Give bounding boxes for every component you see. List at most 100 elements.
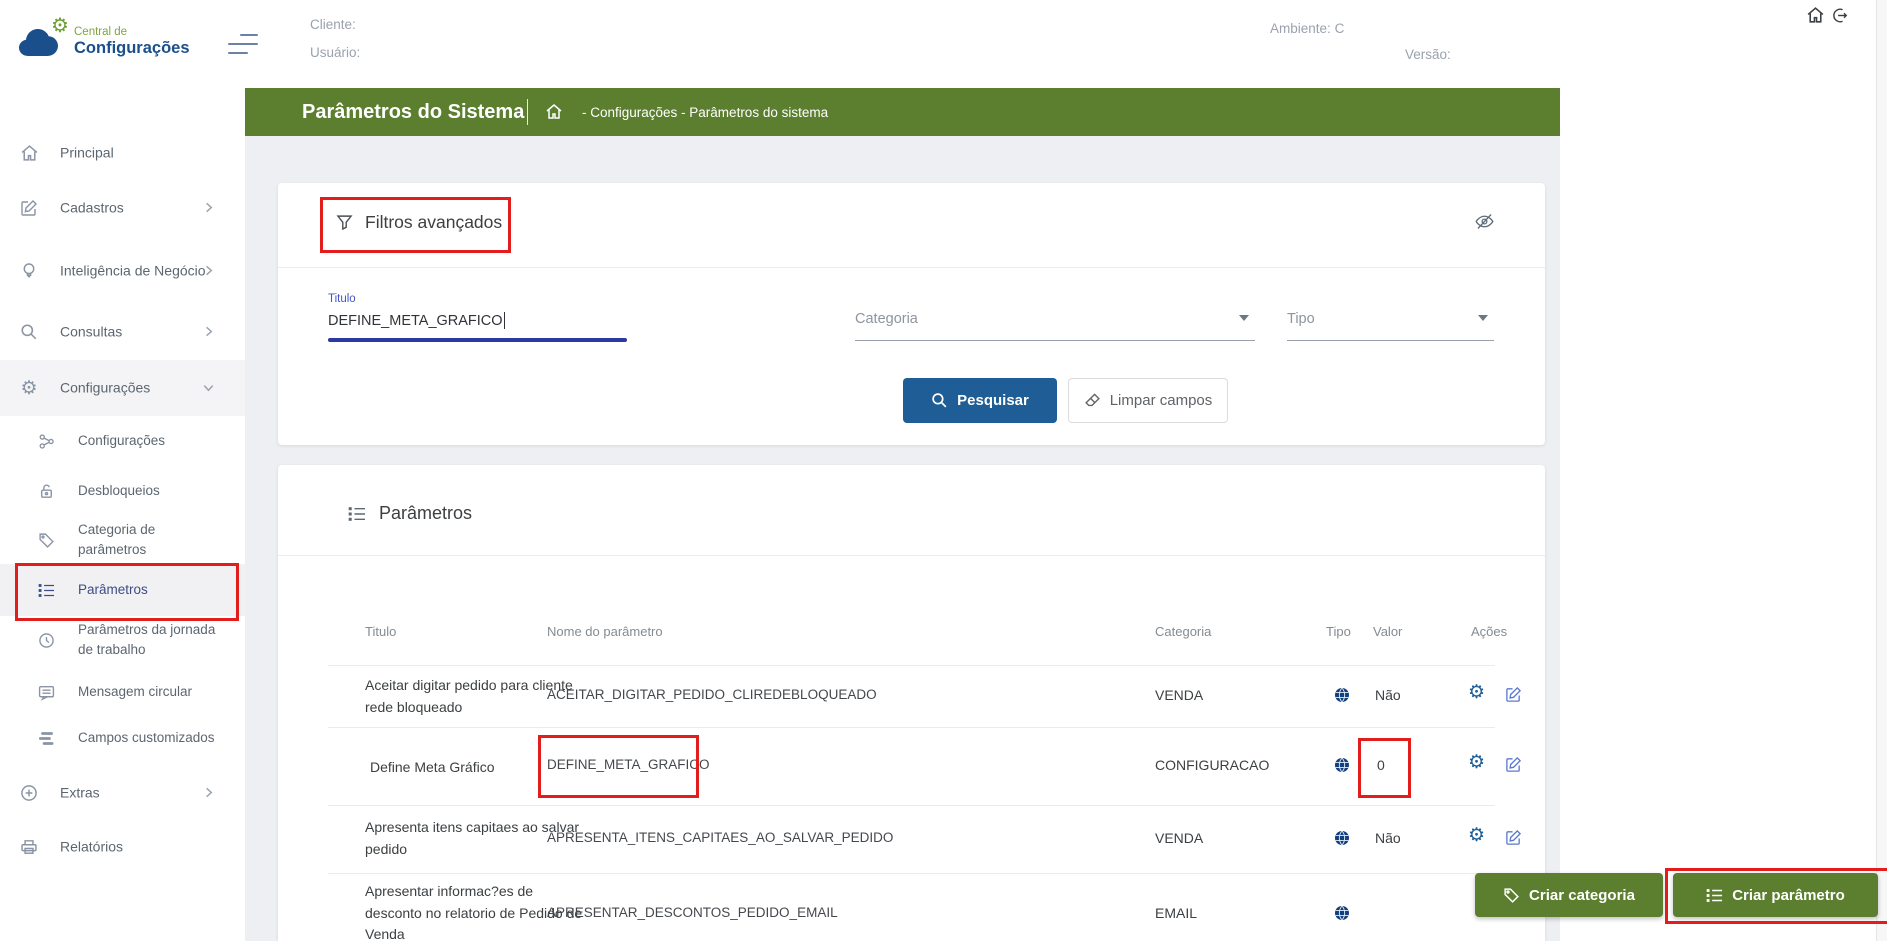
tag-icon bbox=[37, 531, 55, 549]
page-title: Parâmetros do Sistema bbox=[302, 100, 525, 123]
home-button[interactable] bbox=[1806, 6, 1826, 26]
row-categoria: CONFIGURACAO bbox=[1155, 757, 1270, 773]
sidebar-item-label: Mensagem circular bbox=[78, 683, 193, 699]
sidebar-item-label: Principal bbox=[60, 144, 114, 161]
lightbulb-icon bbox=[19, 261, 39, 281]
sidebar-item-label: Relatórios bbox=[60, 838, 124, 855]
cluster-icon bbox=[37, 432, 55, 450]
sidebar-item-extras[interactable]: Extras bbox=[0, 771, 245, 815]
sidebar-item-label: Cadastros bbox=[60, 199, 124, 216]
globe-icon bbox=[1334, 687, 1350, 703]
categoria-underline bbox=[855, 340, 1255, 341]
titulo-field-underline bbox=[328, 338, 627, 342]
row-nome: APRESENTA_ITENS_CAPITAES_AO_SALVAR_PEDID… bbox=[547, 830, 894, 845]
header-divider bbox=[527, 99, 528, 125]
list-icon bbox=[37, 581, 55, 599]
sidebar-item-cadastros[interactable]: Cadastros bbox=[0, 186, 245, 230]
row-categoria: VENDA bbox=[1155, 830, 1204, 846]
filter-funnel-icon bbox=[336, 214, 353, 231]
scrollbar-track[interactable] bbox=[1876, 0, 1887, 941]
tipo-underline bbox=[1287, 340, 1494, 341]
logout-button[interactable] bbox=[1830, 6, 1850, 26]
row-settings-icon[interactable]: ⚙ bbox=[1468, 826, 1485, 845]
stacked-bars-icon bbox=[37, 729, 55, 747]
plus-circle-icon bbox=[19, 783, 39, 803]
parameters-card: Parâmetros Titulo Nome do parâmetro Cate… bbox=[278, 465, 1545, 941]
sidebar-item-label: Categoria de parâmetros bbox=[78, 521, 156, 557]
edit-square-icon bbox=[19, 198, 39, 218]
tipo-select[interactable]: Tipo bbox=[1287, 293, 1494, 345]
row-edit-icon[interactable] bbox=[1505, 829, 1522, 846]
sidebar-item-label: Inteligência de Negócio bbox=[60, 262, 206, 279]
app-logo[interactable]: ⚙ Central de Configurações bbox=[18, 16, 218, 68]
sidebar-item-label: Parâmetros bbox=[78, 581, 148, 597]
column-header-valor: Valor bbox=[1373, 624, 1403, 639]
globe-icon bbox=[1334, 905, 1350, 921]
row-edit-icon[interactable] bbox=[1505, 756, 1522, 773]
create-category-button[interactable]: Criar categoria bbox=[1475, 873, 1663, 917]
parameters-title-row: Parâmetros bbox=[348, 503, 472, 524]
dropdown-arrow-icon bbox=[1478, 315, 1488, 321]
text-cursor bbox=[503, 312, 506, 329]
sidebar-subitem-configuracoes[interactable]: Configurações bbox=[0, 419, 245, 463]
row-categoria: EMAIL bbox=[1155, 905, 1198, 921]
column-header-titulo: Titulo bbox=[365, 624, 397, 639]
table-row[interactable]: Apresentar informac?es de desconto no re… bbox=[278, 873, 1545, 941]
sidebar-item-label: Parâmetros da jornada de trabalho bbox=[78, 621, 216, 657]
table-row[interactable]: Define Meta Gráfico DEFINE_META_GRAFICO … bbox=[278, 727, 1545, 805]
filters-title-row[interactable]: Filtros avançados bbox=[336, 206, 502, 238]
row-edit-icon[interactable] bbox=[1505, 686, 1522, 703]
sidebar-item-principal[interactable]: Principal bbox=[0, 131, 245, 175]
unlock-icon bbox=[37, 482, 55, 500]
gear-logo-icon: ⚙ bbox=[51, 15, 69, 37]
sidebar-item-label: Configurações bbox=[78, 432, 166, 448]
table-row[interactable]: Apresenta itens capitaes ao salvar pedid… bbox=[278, 805, 1545, 873]
sidebar-subitem-parametros[interactable]: Parâmetros bbox=[0, 564, 245, 616]
breadcrumb: - Configurações - Parâmetros do sistema bbox=[582, 104, 829, 120]
tipo-placeholder: Tipo bbox=[1287, 311, 1315, 327]
column-header-tipo: Tipo bbox=[1326, 624, 1351, 639]
logo-text-bottom: Configurações bbox=[74, 39, 190, 57]
categoria-select[interactable]: Categoria bbox=[855, 293, 1255, 345]
titulo-input-value[interactable]: DEFINE_META_GRAFICO bbox=[328, 313, 503, 329]
search-button[interactable]: Pesquisar bbox=[903, 378, 1057, 423]
versao-label: Versão: bbox=[1405, 47, 1451, 62]
sidebar-item-relatorios[interactable]: Relatórios bbox=[0, 825, 245, 869]
row-categoria: VENDA bbox=[1155, 687, 1204, 703]
categoria-placeholder: Categoria bbox=[855, 311, 918, 327]
search-icon bbox=[19, 322, 39, 342]
hide-filters-icon[interactable] bbox=[1474, 211, 1495, 232]
sidebar-item-label: Desbloqueios bbox=[78, 482, 160, 498]
table-row[interactable]: Aceitar digitar pedido para cliente rede… bbox=[278, 665, 1545, 727]
home-icon bbox=[19, 143, 39, 163]
sidebar-subitem-desbloqueios[interactable]: Desbloqueios bbox=[0, 469, 245, 513]
breadcrumb-home-icon[interactable] bbox=[545, 103, 563, 121]
sidebar-subitem-mensagem-circular[interactable]: Mensagem circular bbox=[0, 670, 245, 714]
sidebar-subitem-categoria-de-parametros[interactable]: Categoria de parâmetros bbox=[0, 514, 245, 566]
sidebar-item-label: Campos customizados bbox=[78, 729, 215, 745]
chevron-right-icon bbox=[201, 324, 217, 340]
create-parameter-button[interactable]: Criar parâmetro bbox=[1673, 873, 1878, 917]
row-nome: DEFINE_META_GRAFICO bbox=[547, 757, 710, 772]
row-nome: APRESENTAR_DESCONTOS_PEDIDO_EMAIL bbox=[547, 905, 838, 920]
printer-icon bbox=[19, 837, 39, 857]
column-header-acoes: Ações bbox=[1471, 624, 1508, 639]
row-settings-icon[interactable]: ⚙ bbox=[1468, 683, 1485, 702]
row-valor: Não bbox=[1375, 830, 1401, 846]
sidebar-subitem-parametros-jornada[interactable]: Parâmetros da jornada de trabalho bbox=[0, 614, 245, 666]
chevron-right-icon bbox=[201, 785, 217, 801]
page-header: Parâmetros do Sistema - Configurações - … bbox=[245, 88, 1560, 136]
clear-fields-button[interactable]: Limpar campos bbox=[1068, 378, 1228, 423]
sidebar-subitem-campos-customizados[interactable]: Campos customizados bbox=[0, 716, 245, 760]
sidebar-item-label: Consultas bbox=[60, 323, 123, 340]
topbar: ⚙ Central de Configurações Cliente: Usuá… bbox=[0, 0, 1887, 88]
sidebar-item-configuracoes[interactable]: ⚙ Configurações bbox=[0, 360, 245, 416]
row-nome: ACEITAR_DIGITAR_PEDIDO_CLIREDEBLOQUEADO bbox=[547, 687, 877, 702]
sidebar-item-inteligencia-de-negocio[interactable]: Inteligência de Negócio bbox=[0, 245, 245, 297]
menu-toggle-button[interactable] bbox=[228, 34, 258, 58]
row-settings-icon[interactable]: ⚙ bbox=[1468, 753, 1485, 772]
list-icon bbox=[1706, 888, 1723, 903]
sidebar-item-consultas[interactable]: Consultas bbox=[0, 310, 245, 354]
parameters-title: Parâmetros bbox=[379, 503, 473, 523]
titulo-field[interactable]: Titulo DEFINE_META_GRAFICO bbox=[328, 293, 627, 345]
